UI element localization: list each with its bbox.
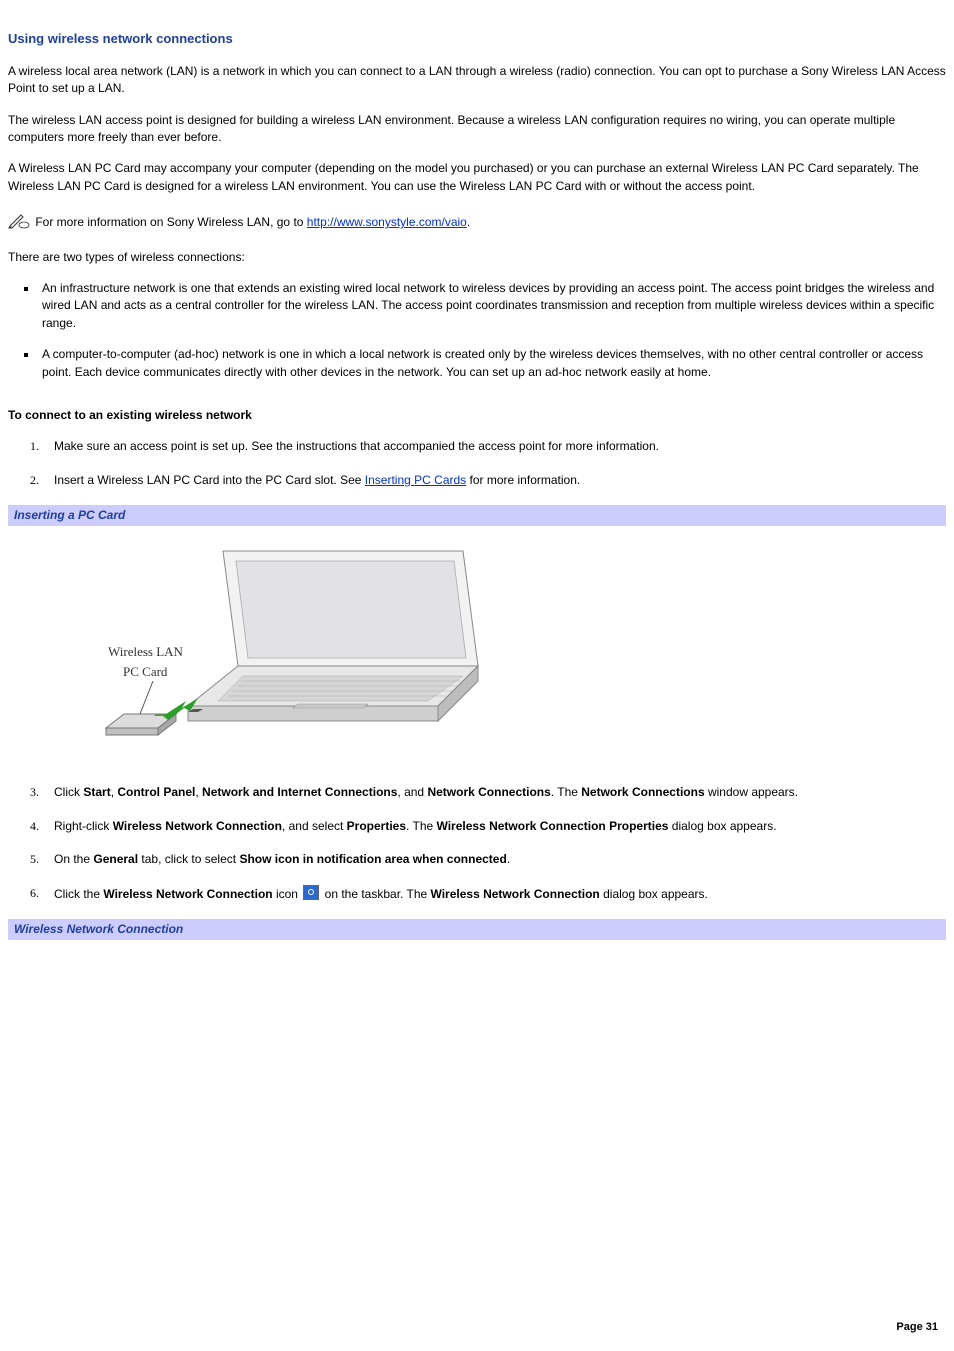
bold-text: General [93,852,138,866]
bold-text: Start [83,785,110,799]
ordered-steps: Make sure an access point is set up. See… [8,438,946,489]
step-text: icon [273,887,302,901]
step-text: for more information. [466,473,580,487]
note-text: . [467,215,470,229]
bullet-list: An infrastructure network is one that ex… [8,280,946,381]
step-text: , and [397,785,427,799]
wireless-connection-taskbar-icon [303,885,319,900]
step-text: tab, click to select [138,852,239,866]
step-text: . [507,852,510,866]
page-heading: Using wireless network connections [8,30,946,49]
figure-caption: Inserting a PC Card [8,505,946,526]
step-text: . The [551,785,581,799]
list-item: A computer-to-computer (ad-hoc) network … [38,346,946,381]
page-number: Page 31 [8,1320,946,1336]
figure-caption: Wireless Network Connection [8,919,946,940]
bold-text: Control Panel [117,785,195,799]
step-text: on the taskbar. The [321,887,430,901]
step-text: window appears. [705,785,798,799]
step-text: Click the [54,887,103,901]
step-item: On the General tab, click to select Show… [54,851,946,868]
step-text: Right-click [54,819,113,833]
list-item: An infrastructure network is one that ex… [38,280,946,332]
step-text: dialog box appears. [600,887,708,901]
step-text: dialog box appears. [668,819,776,833]
step-text: . The [406,819,436,833]
bold-text: Network Connections [581,785,704,799]
bold-text: Show icon in notification area when conn… [239,852,506,866]
svg-text:Wireless LAN: Wireless LAN [108,644,184,659]
sony-style-link[interactable]: http://www.sonystyle.com/vaio [307,215,467,229]
step-text: On the [54,852,93,866]
bold-text: Wireless Network Connection [431,887,600,901]
bold-text: Network Connections [427,785,550,799]
note: For more information on Sony Wireless LA… [8,213,946,234]
paragraph: The wireless LAN access point is designe… [8,112,946,147]
bold-text: Wireless Network Connection [103,887,272,901]
step-text: , and select [282,819,347,833]
inserting-pc-cards-link[interactable]: Inserting PC Cards [365,473,466,487]
pencil-note-icon [8,213,30,234]
step-item: Make sure an access point is set up. See… [54,438,946,455]
step-item: Insert a Wireless LAN PC Card into the P… [54,472,946,489]
bold-text: Wireless Network Connection [113,819,282,833]
paragraph: A wireless local area network (LAN) is a… [8,63,946,98]
ordered-steps: Click Start, Control Panel, Network and … [8,784,946,903]
note-text: For more information on Sony Wireless LA… [35,215,306,229]
step-item: Click the Wireless Network Connection ic… [54,885,946,903]
figure-pc-card: Wireless LAN PC Card [8,526,946,784]
step-text: Insert a Wireless LAN PC Card into the P… [54,473,365,487]
svg-text:PC Card: PC Card [123,664,168,679]
bold-text: Wireless Network Connection Properties [437,819,669,833]
paragraph: A Wireless LAN PC Card may accompany you… [8,160,946,195]
sub-heading: To connect to an existing wireless netwo… [8,407,946,424]
paragraph: There are two types of wireless connecti… [8,249,946,266]
step-item: Right-click Wireless Network Connection,… [54,818,946,835]
step-text: Click [54,785,83,799]
bold-text: Network and Internet Connections [202,785,397,799]
bold-text: Properties [347,819,406,833]
step-item: Click Start, Control Panel, Network and … [54,784,946,801]
